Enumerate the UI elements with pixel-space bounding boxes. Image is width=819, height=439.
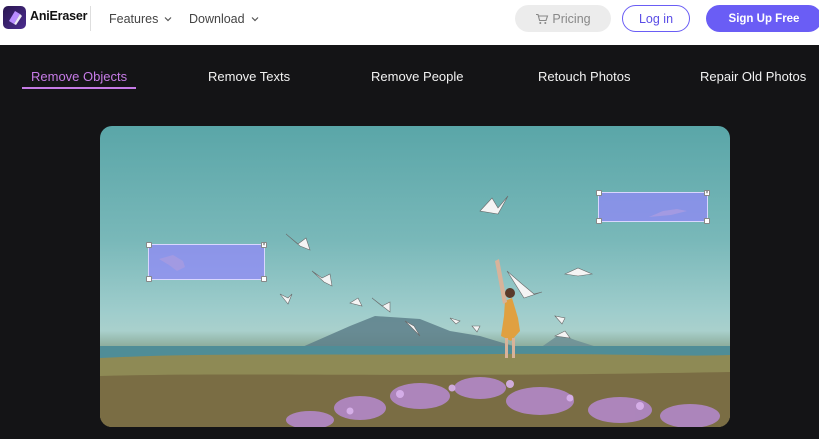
tab-remove-people[interactable]: Remove People [371,69,464,84]
header-divider [90,6,91,31]
tab-repair-old-photos[interactable]: Repair Old Photos [700,69,806,84]
chevron-down-icon [251,17,259,22]
selection-close-icon[interactable]: × [261,242,267,248]
feature-tabs: Remove Objects Remove Texts Remove Peopl… [0,45,819,105]
seagull-icon [159,255,185,271]
pricing-label: Pricing [552,11,591,26]
selection-corner-handle[interactable] [704,218,710,224]
selection-box-left[interactable]: × [146,242,267,282]
selection-close-icon[interactable]: × [704,190,710,196]
top-header: AniEraser Features Download Pricing Log … [0,0,819,45]
cart-icon [536,13,549,24]
tab-remove-texts[interactable]: Remove Texts [208,69,290,84]
seagull-icon [649,209,687,217]
chevron-down-icon [164,17,172,22]
demo-image: × × [100,126,730,427]
signup-button[interactable]: Sign Up Free [706,5,819,32]
selection-corner-handle[interactable] [261,276,267,282]
tab-retouch-photos[interactable]: Retouch Photos [538,69,631,84]
selection-box-right[interactable]: × [596,190,710,224]
nav-download-label: Download [189,12,245,26]
active-tab-underline [22,87,136,89]
anieraser-logo-icon[interactable] [3,6,26,29]
nav-download[interactable]: Download [189,12,259,26]
tab-remove-objects[interactable]: Remove Objects [31,69,127,84]
brand-name[interactable]: AniEraser [30,9,87,23]
pricing-button[interactable]: Pricing [515,5,611,32]
selection-corner-handle[interactable] [146,242,152,248]
login-button[interactable]: Log in [622,5,690,32]
selection-corner-handle[interactable] [146,276,152,282]
selection-corner-handle[interactable] [596,190,602,196]
nav-features-label: Features [109,12,159,26]
nav-features[interactable]: Features [109,12,172,26]
selection-corner-handle[interactable] [596,218,602,224]
